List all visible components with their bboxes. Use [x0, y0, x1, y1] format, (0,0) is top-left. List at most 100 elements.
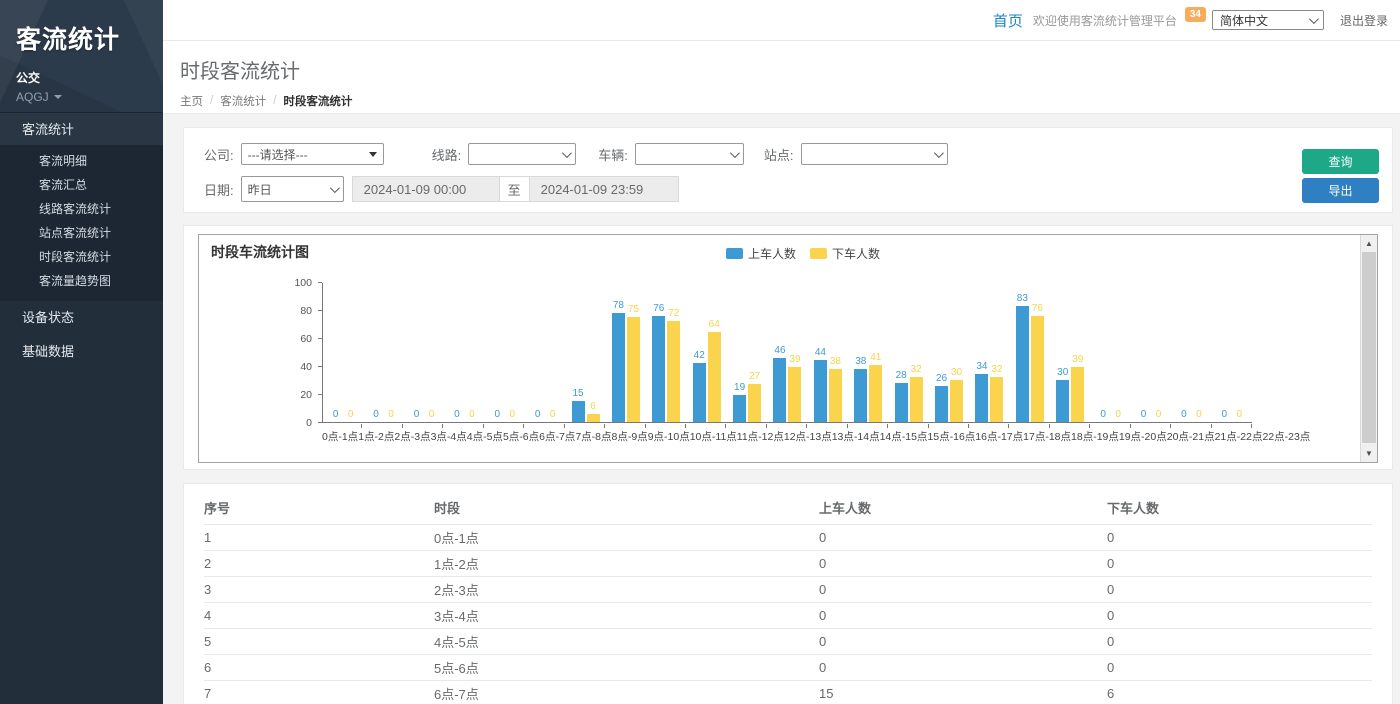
x-axis-label: 8点-9点: [612, 429, 648, 444]
bar-value-label: 0: [1141, 409, 1147, 420]
bar-wrap: 0: [1177, 409, 1190, 422]
bar-value-label: 0: [333, 409, 339, 420]
bar-wrap: 0: [370, 409, 383, 422]
x-tick-mark: [1050, 424, 1090, 428]
home-link[interactable]: 首页: [993, 10, 1023, 31]
scroll-down-icon[interactable]: ▼: [1361, 445, 1377, 462]
bar-wrap: 26: [935, 373, 948, 422]
bar-group: 00: [1171, 283, 1211, 422]
app-window: 客流统计 公交 AQGJ 客流统计客流明细客流汇总线路客流统计站点客流统计时段客…: [0, 0, 1400, 704]
x-axis-label: 22点-23点: [1262, 429, 1310, 444]
stats-table: 序号 时段 上车人数 下车人数 10点-1点0021点-2点0032点-3点00…: [204, 498, 1372, 704]
company-select[interactable]: ---请选择---: [241, 143, 384, 165]
logout-link[interactable]: 退出登录: [1340, 12, 1388, 29]
bar-value-label: 0: [1196, 409, 1202, 420]
page-title: 时段客流统计: [180, 55, 1400, 84]
breadcrumb-home[interactable]: 主页: [180, 93, 203, 109]
chart-panel: 时段车流统计图 上车人数 下车人数 020406080100 000000000…: [183, 225, 1393, 470]
breadcrumb-section[interactable]: 客流统计: [220, 93, 266, 109]
bar-wrap: 30: [950, 367, 963, 422]
vehicle-select[interactable]: [635, 143, 744, 165]
caret-down-icon: [54, 95, 62, 99]
bar-group: 00: [1131, 283, 1171, 422]
bar-value-label: 0: [454, 409, 460, 420]
bar: [910, 377, 923, 422]
sidebar-item-0[interactable]: 客流统计: [0, 112, 163, 145]
sidebar-item-2[interactable]: 基础数据: [0, 335, 163, 369]
station-select[interactable]: [801, 143, 948, 165]
chart-scrollbar[interactable]: ▲ ▼: [1360, 235, 1377, 462]
bar-value-label: 0: [469, 409, 475, 420]
sidebar-subitem-2[interactable]: 线路客流统计: [0, 197, 163, 221]
dropdown-arrow-icon: [369, 152, 377, 157]
x-axis-label: 17点-18点: [1023, 429, 1071, 444]
x-tick-mark: [686, 424, 726, 428]
x-axis-label: 15点-16点: [927, 429, 975, 444]
bar-value-label: 76: [1032, 303, 1043, 314]
breadcrumb-separator: /: [210, 95, 213, 107]
chart-x-ticks: [322, 424, 1252, 428]
bar-value-label: 46: [774, 345, 785, 356]
x-tick-mark: [929, 424, 969, 428]
table-cell: 0: [1107, 550, 1372, 576]
sidebar-subitem-1[interactable]: 客流汇总: [0, 173, 163, 197]
filter-row-1: 公司: ---请选择--- 线路: 车辆: 站点:: [204, 143, 1372, 165]
x-axis-label: 2点-3点: [394, 429, 430, 444]
line-select[interactable]: [468, 143, 576, 165]
bar-wrap: 41: [869, 352, 882, 422]
table-cell: 1: [204, 524, 434, 550]
bar: [854, 369, 867, 422]
table-cell: 0: [1107, 654, 1372, 680]
bar-value-label: 78: [613, 300, 624, 311]
date-to-input[interactable]: 2024-01-09 23:59: [530, 176, 679, 202]
bar-value-label: 38: [830, 356, 841, 367]
bar-group: 7672: [646, 283, 686, 422]
date-label: 日期:: [204, 180, 234, 199]
bar-wrap: 28: [895, 370, 908, 422]
date-range-to-label: 至: [499, 176, 530, 202]
bar: [667, 321, 680, 422]
bar-group: 156: [565, 283, 605, 422]
sidebar-subitem-0[interactable]: 客流明细: [0, 149, 163, 173]
vehicle-label: 车辆:: [598, 145, 628, 164]
table-panel: 序号 时段 上车人数 下车人数 10点-1点0021点-2点0032点-3点00…: [183, 483, 1393, 704]
scroll-up-icon[interactable]: ▲: [1361, 235, 1377, 252]
table-cell: 7: [204, 680, 434, 704]
station-label: 站点:: [764, 145, 794, 164]
bar-wrap: 76: [1031, 303, 1044, 422]
table-cell: 0: [819, 550, 1107, 576]
date-preset-select[interactable]: 昨日: [241, 176, 344, 202]
table-cell: 4点-5点: [434, 628, 819, 654]
bar-value-label: 64: [709, 319, 720, 330]
notification-badge[interactable]: 34: [1185, 7, 1206, 22]
sidebar-subitem-5[interactable]: 客流量趋势图: [0, 269, 163, 293]
topbar: 首页 欢迎使用客流统计管理平台 34 简体中文 退出登录: [163, 0, 1400, 41]
table-cell: 5点-6点: [434, 654, 819, 680]
bar-value-label: 44: [815, 347, 826, 358]
sidebar: 客流统计 公交 AQGJ 客流统计客流明细客流汇总线路客流统计站点客流统计时段客…: [0, 0, 163, 704]
bar-group: 00: [363, 283, 403, 422]
export-button[interactable]: 导出: [1302, 178, 1379, 203]
query-button[interactable]: 查询: [1302, 149, 1379, 174]
bar-value-label: 0: [1156, 409, 1162, 420]
sidebar-nav: 客流统计客流明细客流汇总线路客流统计站点客流统计时段客流统计客流量趋势图设备状态…: [0, 112, 163, 369]
legend-label: 上车人数: [748, 245, 796, 262]
legend-label: 下车人数: [832, 245, 880, 262]
date-from-input[interactable]: 2024-01-09 00:00: [352, 176, 499, 202]
breadcrumb: 主页 / 客流统计 / 时段客流统计: [180, 93, 1400, 109]
language-select[interactable]: 简体中文: [1212, 10, 1324, 30]
bar-wrap: 0: [506, 409, 519, 422]
bar-wrap: 32: [990, 364, 1003, 422]
user-dropdown[interactable]: AQGJ: [0, 86, 163, 104]
x-tick-mark: [362, 424, 402, 428]
scrollbar-thumb[interactable]: [1362, 252, 1376, 443]
sidebar-subitem-4[interactable]: 时段客流统计: [0, 245, 163, 269]
x-axis-label: 4点-5点: [467, 429, 503, 444]
sidebar-item-1[interactable]: 设备状态: [0, 301, 163, 335]
x-axis-label: 11点-12点: [737, 429, 784, 444]
bar: [829, 369, 842, 422]
chevron-down-icon: [933, 148, 943, 158]
y-tick-label: 40: [300, 361, 312, 373]
col-header-timeslot: 时段: [434, 498, 819, 524]
sidebar-subitem-3[interactable]: 站点客流统计: [0, 221, 163, 245]
